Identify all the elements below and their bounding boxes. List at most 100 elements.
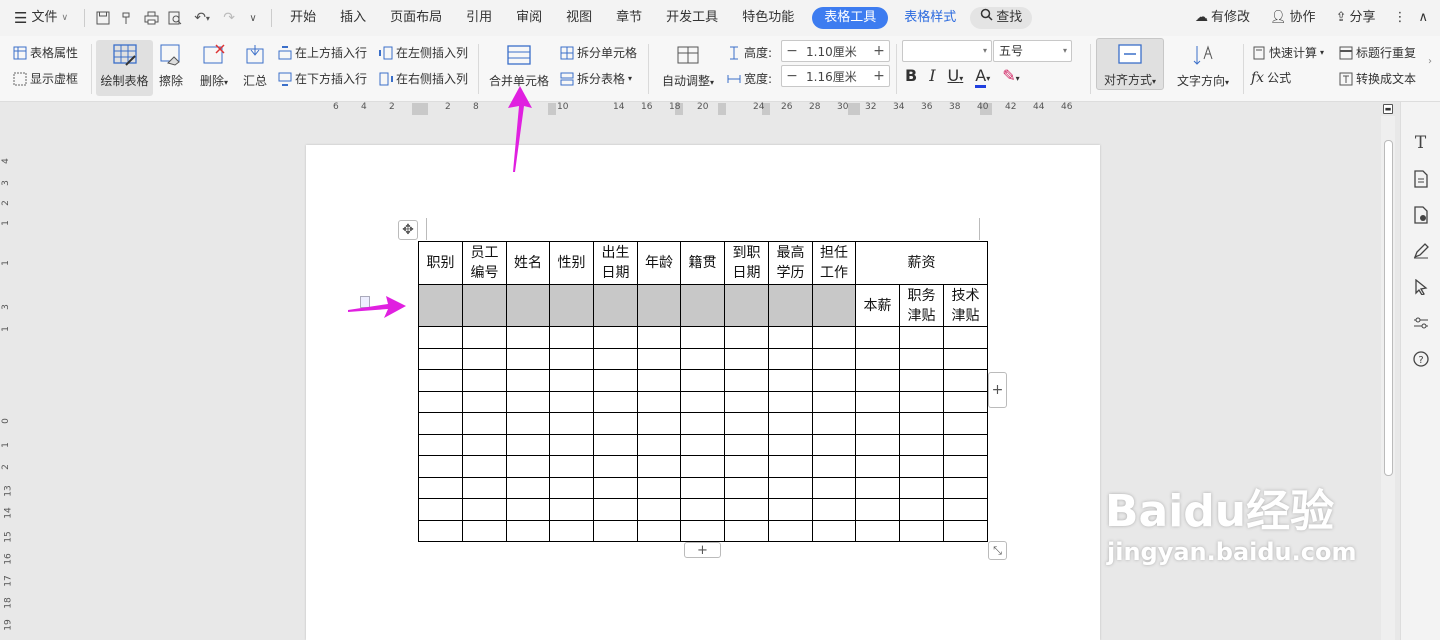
header-cell[interactable]: 担任工作 [812, 241, 856, 285]
table-cell[interactable] [768, 369, 813, 392]
tab-table-style[interactable]: 表格样式 [894, 6, 966, 30]
table-cell[interactable] [943, 498, 988, 521]
table-cell[interactable] [506, 369, 550, 392]
table-cell[interactable] [637, 369, 681, 392]
highlight-icon[interactable]: ✎▾ [1002, 66, 1019, 85]
table-cell[interactable] [855, 390, 900, 413]
table-cell[interactable] [812, 455, 856, 478]
table-cell[interactable] [418, 347, 463, 370]
table-cell[interactable] [680, 476, 725, 499]
table-cell[interactable] [637, 476, 681, 499]
table-cell[interactable] [812, 326, 856, 349]
font-name-select[interactable]: ▾ [902, 40, 992, 62]
table-cell[interactable] [768, 433, 813, 456]
decrease-width-button[interactable]: − [782, 68, 802, 84]
table-cell[interactable] [943, 519, 988, 542]
italic-icon[interactable]: I [929, 66, 935, 85]
selected-cell[interactable] [724, 284, 769, 327]
table-cell[interactable] [418, 433, 463, 456]
table-cell[interactable] [899, 498, 944, 521]
table-cell[interactable] [549, 412, 594, 435]
tab-0[interactable]: 开始 [278, 6, 328, 30]
table-cell[interactable] [593, 519, 638, 542]
file-menu[interactable]: ☰ 文件 ∨ [0, 6, 78, 30]
table-cell[interactable] [943, 347, 988, 370]
table-cell[interactable] [855, 433, 900, 456]
table-cell[interactable] [899, 433, 944, 456]
tab-8[interactable]: 特色功能 [730, 6, 806, 30]
search-button[interactable]: 查找 [970, 7, 1033, 29]
table-cell[interactable] [855, 476, 900, 499]
table-cell[interactable] [637, 326, 681, 349]
table-cell[interactable] [899, 519, 944, 542]
table-cell[interactable] [768, 498, 813, 521]
table-cell[interactable] [593, 476, 638, 499]
table-cell[interactable] [724, 347, 769, 370]
format-painter-icon[interactable] [115, 6, 139, 30]
table-cell[interactable] [855, 519, 900, 542]
table-cell[interactable] [943, 455, 988, 478]
table-cell[interactable] [549, 519, 594, 542]
tab-table-tools[interactable]: 表格工具 [812, 7, 889, 29]
insert-row-below-button[interactable]: 在下方插入行 [277, 70, 367, 87]
table-cell[interactable] [549, 369, 594, 392]
split-table-button[interactable]: 拆分表格 ▾ [559, 70, 632, 87]
table-cell[interactable] [724, 476, 769, 499]
table-cell[interactable] [506, 519, 550, 542]
table-cell[interactable] [724, 433, 769, 456]
table-cell[interactable] [855, 326, 900, 349]
col-width-stepper[interactable]: − 1.16厘米 + [781, 65, 890, 87]
scroll-page-icon[interactable]: ▬ [1383, 104, 1393, 114]
collaborate-button[interactable]: 👤︎ 协作 [1260, 6, 1326, 30]
tab-6[interactable]: 章节 [604, 6, 654, 30]
draw-table-button[interactable]: 绘制表格 [96, 40, 153, 96]
table-cell[interactable] [680, 326, 725, 349]
table-cell[interactable] [506, 476, 550, 499]
table-cell[interactable] [593, 433, 638, 456]
table-cell[interactable] [549, 498, 594, 521]
show-gridlines-button[interactable]: 显示虚框 [12, 70, 78, 87]
table-cell[interactable] [680, 498, 725, 521]
table-cell[interactable] [899, 412, 944, 435]
table-cell[interactable] [593, 369, 638, 392]
split-cells-button[interactable]: 拆分单元格 [559, 44, 637, 61]
table-cell[interactable] [637, 390, 681, 413]
table-cell[interactable] [855, 369, 900, 392]
modified-button[interactable]: ☁ 有修改 [1185, 6, 1260, 30]
table-cell[interactable] [899, 455, 944, 478]
table-cell[interactable] [506, 390, 550, 413]
table-cell[interactable] [812, 412, 856, 435]
font-color-icon[interactable]: A▾ [975, 66, 990, 88]
row-height-stepper[interactable]: − 1.10厘米 + [781, 40, 890, 62]
table-cell[interactable] [593, 498, 638, 521]
subheader-cell[interactable]: 职务津贴 [899, 284, 944, 327]
insert-col-right-button[interactable]: 在右侧插入列 [378, 70, 468, 87]
table-cell[interactable] [506, 498, 550, 521]
increase-height-button[interactable]: + [869, 43, 889, 59]
auto-adjust-button[interactable]: 自动调整▾ [657, 40, 719, 89]
save-icon[interactable] [91, 6, 115, 30]
table-cell[interactable] [418, 390, 463, 413]
table-cell[interactable] [899, 476, 944, 499]
selected-cell[interactable] [418, 284, 463, 327]
selected-cell[interactable] [549, 284, 594, 327]
table-move-handle-icon[interactable]: ✥ [398, 220, 418, 240]
table-cell[interactable] [462, 326, 507, 349]
table-cell[interactable] [593, 347, 638, 370]
header-cell[interactable]: 职别 [418, 241, 463, 285]
scrollbar-thumb[interactable] [1384, 140, 1393, 476]
table-cell[interactable] [768, 347, 813, 370]
table-cell[interactable] [462, 412, 507, 435]
table-cell[interactable] [680, 433, 725, 456]
more-menu-icon[interactable]: ⋮ [1385, 6, 1414, 30]
share-button[interactable]: ⇪ 分享 [1326, 6, 1386, 30]
table-cell[interactable] [418, 369, 463, 392]
table-cell[interactable] [812, 519, 856, 542]
table-cell[interactable] [462, 433, 507, 456]
table-cell[interactable] [680, 347, 725, 370]
table-cell[interactable] [899, 390, 944, 413]
pen-icon[interactable] [1410, 240, 1432, 262]
resize-table-icon[interactable]: ⤡ [988, 541, 1007, 560]
merge-cells-button[interactable]: 合并单元格 [488, 40, 550, 89]
delete-button[interactable]: 删除▾ [196, 40, 232, 89]
